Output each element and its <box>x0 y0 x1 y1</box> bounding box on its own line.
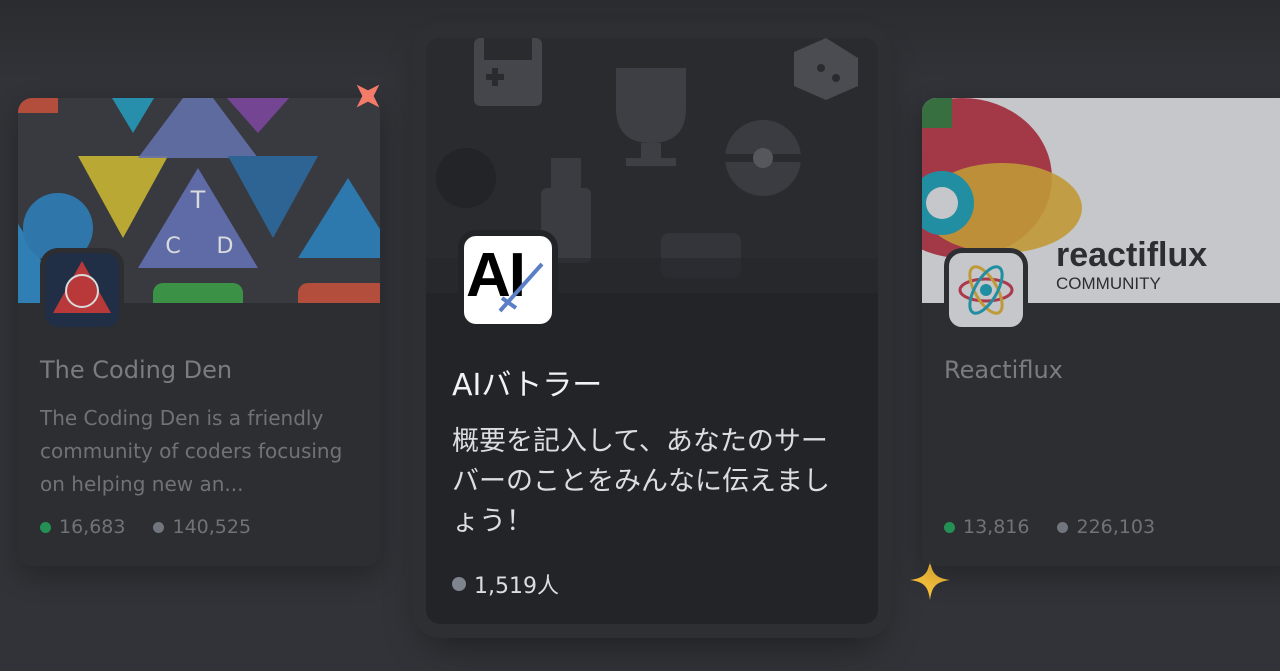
server-description: The Coding Den is a friendly community o… <box>40 406 343 496</box>
svg-text:T: T <box>190 186 206 214</box>
server-stats: 16,683 140,525 <box>40 516 271 538</box>
server-stats: 13,816 226,103 <box>944 516 1175 538</box>
server-card-coding-den[interactable]: T C D The Coding Den The Coding Den is a… <box>18 98 380 566</box>
sword-icon <box>498 262 544 313</box>
member-dot-icon <box>452 577 466 591</box>
svg-text:C: C <box>165 234 180 259</box>
online-count: 16,683 <box>40 516 125 538</box>
server-card-reactiflux[interactable]: reactiflux COMMUNITY Reactiflux 13,816 2… <box>922 98 1280 566</box>
server-avatar <box>944 248 1028 332</box>
member-count: 1,519人 <box>452 568 559 600</box>
server-name: AIバトラー <box>452 368 603 403</box>
server-name: The Coding Den <box>40 356 233 384</box>
server-name: Reactiflux <box>944 356 1063 384</box>
member-count: 140,525 <box>153 516 251 538</box>
server-avatar: AI <box>458 230 558 330</box>
online-dot-icon <box>40 521 51 533</box>
online-count: 13,816 <box>944 516 1029 538</box>
member-dot-icon <box>153 521 165 533</box>
member-dot-icon <box>1057 521 1069 533</box>
svg-text:D: D <box>217 234 234 259</box>
banner-title: reactiflux <box>1056 236 1208 274</box>
member-count: 226,103 <box>1057 516 1155 538</box>
server-avatar <box>40 248 124 332</box>
server-stats: 1,519人 <box>452 568 579 600</box>
online-dot-icon <box>944 521 955 533</box>
banner-subtitle: COMMUNITY <box>1056 274 1161 293</box>
server-card-ai-butler[interactable]: AI AIバトラー 概要を記入して、あなたのサーバーのことをみんなに伝えましょう… <box>426 38 878 624</box>
sparkle-icon <box>356 84 380 108</box>
server-description: 概要を記入して、あなたのサーバーのことをみんなに伝えましょう！ <box>452 426 830 537</box>
